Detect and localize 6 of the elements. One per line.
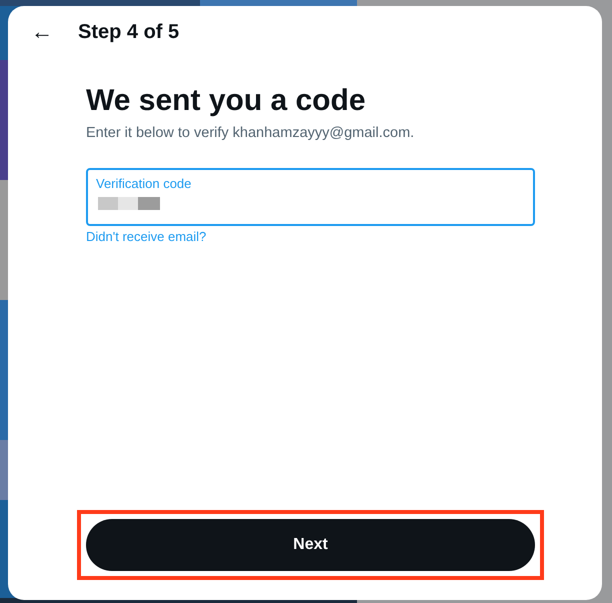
field-label: Verification code [96,176,192,191]
dialog-heading: We sent you a code [86,83,367,119]
instruction-text: Enter it below to verify khanhamzayyy@gmail.com. [86,125,416,141]
next-button[interactable]: Next [86,519,535,571]
step-title: Step 4 of 5 [78,20,180,44]
back-button[interactable]: ← [30,19,54,45]
